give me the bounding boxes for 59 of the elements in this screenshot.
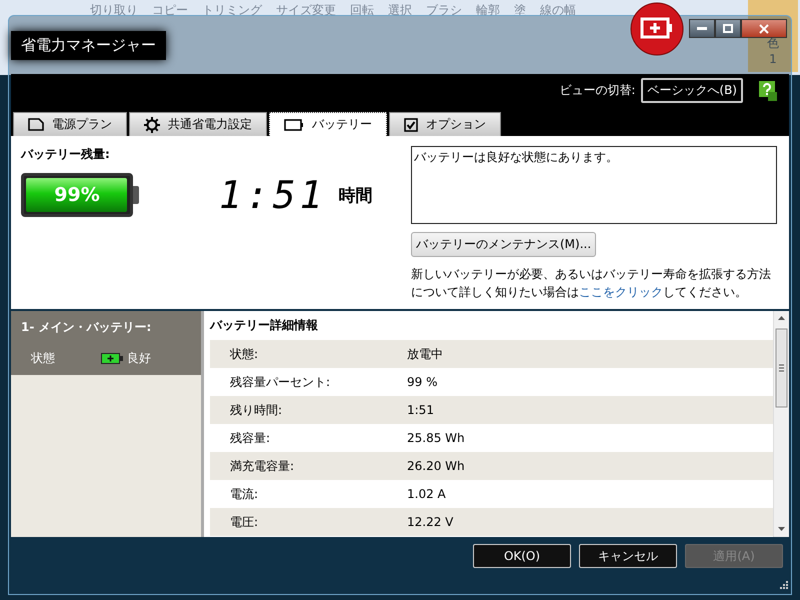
scrollbar[interactable] [773, 311, 789, 537]
dialog-button[interactable]: OK(O) [473, 544, 571, 568]
checkbox-icon [404, 118, 418, 132]
battery-list-title: 1- メイン・バッテリー: [21, 319, 152, 336]
details-value: 26.20 Wh [407, 459, 465, 473]
minimize-button[interactable] [689, 19, 715, 38]
gear-icon [144, 116, 160, 132]
ribbon-label: 線の幅 [540, 2, 576, 19]
ribbon-label: 輪郭 [476, 2, 500, 19]
resize-grip-icon[interactable] [777, 580, 789, 592]
ribbon-label: トリミング [202, 2, 262, 19]
basic-view-button[interactable]: ベーシックへ(B) [641, 78, 743, 103]
remaining-time: 1:51 [219, 173, 327, 217]
close-icon [759, 24, 769, 34]
details-value: 12.22 V [407, 515, 454, 529]
details-label: 残り時間: [230, 402, 284, 418]
ribbon-label: 選択 [388, 2, 412, 19]
battery-logo-icon [629, 1, 685, 57]
state-label: 状態 [31, 350, 56, 367]
tab[interactable]: 電源プラン [13, 112, 127, 136]
tab[interactable]: 共通省電力設定 [129, 112, 267, 136]
battery-icon [284, 118, 304, 130]
help-icon[interactable] [759, 80, 777, 100]
details-value: 25.85 Wh [407, 431, 465, 445]
tab[interactable]: オプション [389, 112, 501, 136]
click-here-link[interactable]: ここをクリック [579, 285, 663, 299]
details-label: 電流: [230, 486, 260, 502]
view-switch-label: ビューの切替: [559, 82, 636, 99]
info-paragraph: 新しいバッテリーが必要、あるいはバッテリー寿命を拡張する方法について詳しく知りたい場合は ここをクリック してください。 [411, 266, 772, 301]
details-label: 残容量パーセント: [230, 374, 332, 390]
tab[interactable]: バッテリー [269, 112, 387, 136]
details-label: 状態: [230, 346, 260, 362]
maximize-button[interactable] [715, 19, 741, 38]
details-value: 99 % [407, 375, 438, 389]
state-value: 良好 [127, 350, 151, 367]
document-icon [28, 118, 44, 131]
details-label: 電圧: [230, 514, 260, 530]
time-unit: 時間 [338, 184, 373, 206]
battery-heading: バッテリー残量: [21, 146, 111, 163]
battery-tip [133, 186, 139, 204]
details-title: バッテリー詳細情報 [210, 317, 319, 334]
close-button[interactable] [741, 19, 787, 38]
ribbon-label: ブラシ [426, 2, 462, 19]
battery-list-item[interactable]: 1- メイン・バッテリー: 状態 良好 [11, 311, 201, 375]
status-field[interactable]: バッテリーは良好な状態にあります。 [411, 146, 777, 224]
dialog-button[interactable]: キャンセル [579, 544, 677, 568]
maintenance-button[interactable]: バッテリーのメンテナンス(M)... [411, 232, 596, 257]
minimize-icon [697, 26, 707, 30]
battery-percent: 99% [53, 183, 101, 208]
details-label: 残容量: [230, 430, 272, 446]
ribbon-label: コピー [152, 2, 188, 19]
maximize-icon [723, 24, 733, 33]
window-title: 省電力マネージャー [11, 30, 166, 60]
details-value: 放電中 [407, 346, 443, 362]
details-value: 1.02 A [407, 487, 446, 501]
details-value: 1:51 [407, 403, 434, 417]
details-label: 満充電容量: [230, 458, 296, 474]
battery-icon [101, 353, 123, 364]
ribbon-label: 回転 [350, 2, 374, 19]
